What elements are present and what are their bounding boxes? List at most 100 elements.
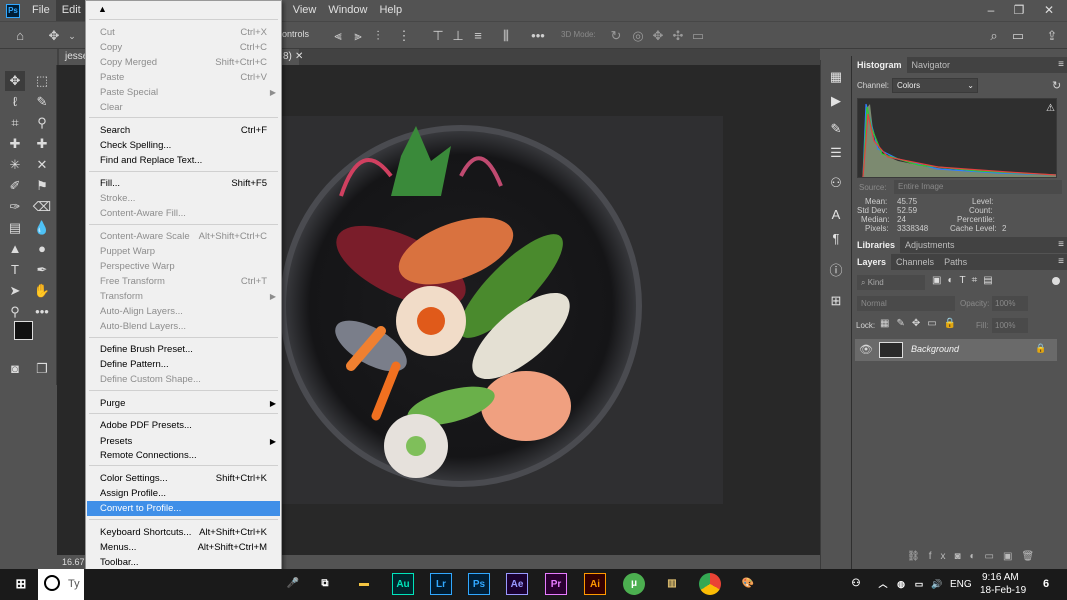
panel-menu-icon[interactable]: ≡ [1058, 237, 1064, 253]
content-aware-icon[interactable]: ✳ [5, 155, 25, 175]
foreground-color-swatch[interactable] [14, 321, 33, 340]
eye-icon[interactable]: 👁 [859, 343, 873, 356]
library-icon[interactable]: ▥ [661, 573, 683, 595]
premiere-icon[interactable]: Pr [545, 573, 567, 595]
workspace-icon[interactable]: ▭ [1010, 28, 1026, 44]
menu-item-content-aware-scale[interactable]: Content-Aware Scale Alt+Shift+Ctrl+C [87, 229, 280, 244]
file-explorer-icon[interactable]: ▬ [353, 573, 375, 595]
menu-item-define-brush-preset[interactable]: Define Brush Preset... [87, 342, 280, 357]
menu-item-toolbar[interactable]: Toolbar... [87, 555, 280, 570]
menu-view[interactable]: View [287, 0, 323, 21]
photoshop-icon[interactable]: Ps [468, 573, 490, 595]
close-icon[interactable]: ✕ [1035, 0, 1063, 21]
align-left-icon[interactable]: ⫷ [330, 28, 346, 44]
menu-item-convert-to-profile[interactable]: Convert to Profile... [87, 501, 280, 516]
search-icon[interactable]: ⌕ [986, 28, 1002, 44]
refresh-icon[interactable]: ↻ [1052, 79, 1061, 92]
zoom-tool-icon[interactable]: ⚲ [5, 302, 25, 322]
eraser-tool-icon[interactable]: ⌫ [32, 197, 52, 217]
align-right-icon[interactable]: ⫶ [370, 28, 386, 44]
3d-scale-icon[interactable]: ▭ [690, 28, 706, 44]
fill-input[interactable]: 100% [992, 318, 1028, 333]
microphone-icon[interactable]: 🎤 [282, 573, 304, 595]
zoom-level[interactable]: 16.67 [62, 557, 85, 567]
info-icon[interactable]: ⓘ [827, 262, 845, 280]
tab-adjustments[interactable]: Adjustments [900, 237, 960, 253]
search-box[interactable]: Ty [38, 569, 84, 600]
tab-navigator[interactable]: Navigator [907, 57, 956, 73]
blend-mode-select[interactable]: Normal [857, 296, 955, 311]
scroll-up-icon[interactable]: ▲ [98, 4, 107, 14]
notifications-icon[interactable]: 6 [1035, 573, 1057, 595]
content-move-icon[interactable]: ✕ [32, 155, 52, 175]
menu-item-purge[interactable]: Purge ▶ [87, 396, 280, 411]
align-top-icon[interactable]: ⊤ [430, 28, 446, 44]
menu-help[interactable]: Help [373, 0, 408, 21]
layer-filter-icons[interactable]: ▣◐T⌗▤ [932, 275, 999, 286]
menu-item-copy-merged[interactable]: Copy Merged Shift+Ctrl+C [87, 55, 280, 70]
menu-item-transform[interactable]: Transform ▶ [87, 289, 280, 304]
quick-mask-icon[interactable]: ◙ [5, 359, 25, 379]
panel-menu-icon[interactable]: ≡ [1058, 254, 1064, 270]
lock-icons[interactable]: ▦✎✥▭🔒 [880, 318, 963, 329]
chrome-icon[interactable] [699, 573, 721, 595]
play-action-icon[interactable]: ▶ [827, 92, 845, 110]
layer-filter-select[interactable]: ⌕ Kind [857, 275, 925, 290]
move-tool-icon[interactable]: ✥ [5, 71, 25, 91]
gradient-tool-icon[interactable]: ▤ [5, 218, 25, 238]
layers-footer-icons[interactable]: ⛓fx◙◐▭▣🗑 [907, 551, 1043, 562]
clone-source-icon[interactable]: ⚇ [827, 174, 845, 192]
history-icon[interactable]: ▦ [827, 68, 845, 86]
windows-start-icon[interactable]: ⊞ [10, 573, 32, 595]
menu-item-assign-profile[interactable]: Assign Profile... [87, 486, 280, 501]
tab-histogram[interactable]: Histogram [852, 57, 907, 73]
tab-libraries[interactable]: Libraries [852, 237, 901, 253]
adjust-sliders-icon[interactable]: ☰ [827, 144, 845, 162]
menu-item-paste-special[interactable]: Paste Special ▶ [87, 85, 280, 100]
document-image[interactable] [281, 116, 723, 504]
menu-edit[interactable]: Edit [55, 0, 87, 21]
menu-item-keyboard-shortcuts[interactable]: Keyboard Shortcuts... Alt+Shift+Ctrl+K [87, 525, 280, 540]
menu-item-define-custom-shape[interactable]: Define Custom Shape... [87, 372, 280, 387]
task-view-icon[interactable]: ⧉ [314, 573, 336, 595]
menu-item-auto-blend-layers[interactable]: Auto-Blend Layers... [87, 319, 280, 334]
more-options-icon[interactable]: ••• [530, 28, 546, 44]
patch-tool-icon[interactable]: ✚ [32, 134, 52, 154]
sharpen-tool-icon[interactable]: ▲ [5, 239, 25, 259]
menu-item-stroke[interactable]: Stroke... [87, 191, 280, 206]
blur-tool-icon[interactable]: 💧 [32, 218, 52, 238]
menu-item-free-transform[interactable]: Free Transform Ctrl+T [87, 274, 280, 289]
stamp-tool-icon[interactable]: ⚑ [32, 176, 52, 196]
menu-item-adobe-pdf-presets[interactable]: Adobe PDF Presets... [87, 418, 280, 433]
dodge-tool-icon[interactable]: ● [32, 239, 52, 259]
menu-item-search[interactable]: Search Ctrl+F [87, 123, 280, 138]
distribute-h-icon[interactable]: ⫼ [498, 28, 514, 44]
menu-file[interactable]: File [26, 0, 56, 21]
menu-item-copy[interactable]: Copy Ctrl+C [87, 40, 280, 55]
properties-icon[interactable]: ⊞ [827, 292, 845, 310]
eyedropper-icon[interactable]: ⚲ [32, 113, 52, 133]
healing-brush-icon[interactable]: ✚ [5, 134, 25, 154]
brush-settings-icon[interactable]: ✎ [827, 120, 845, 138]
paint-icon[interactable]: 🎨 [737, 573, 759, 595]
source-select[interactable]: Entire Image [894, 180, 1062, 194]
distribute-icon[interactable]: ⋮ [396, 28, 412, 44]
share-icon[interactable]: ⇪ [1044, 28, 1060, 44]
clock-date[interactable]: 18-Feb-19 [980, 585, 1026, 596]
menu-item-clear[interactable]: Clear [87, 100, 280, 115]
restore-icon[interactable]: ❐ [1005, 0, 1033, 21]
history-brush-icon[interactable]: ✑ [5, 197, 25, 217]
menu-item-paste[interactable]: Paste Ctrl+V [87, 70, 280, 85]
menu-item-check-spelling[interactable]: Check Spelling... [87, 138, 280, 153]
hand-tool-icon[interactable]: ✋ [32, 281, 52, 301]
menu-item-define-pattern[interactable]: Define Pattern... [87, 357, 280, 372]
screen-mode-icon[interactable]: ❐ [32, 359, 52, 379]
menu-item-content-aware-fill[interactable]: Content-Aware Fill... [87, 206, 280, 221]
crop-tool-icon[interactable]: ⌗ [5, 113, 25, 133]
layer-row-background[interactable]: 👁 Background 🔒 [855, 339, 1057, 361]
language-indicator[interactable]: ENG [950, 579, 972, 590]
channel-select[interactable]: Colors ⌄ [892, 78, 978, 93]
align-bottom-icon[interactable]: ≡ [470, 28, 486, 44]
menu-item-color-settings[interactable]: Color Settings... Shift+Ctrl+K [87, 471, 280, 486]
lightroom-icon[interactable]: Lr [430, 573, 452, 595]
